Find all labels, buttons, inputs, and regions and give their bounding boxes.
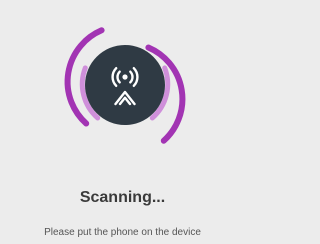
status-hint: Please put the phone on the device	[44, 227, 201, 238]
scanning-screen: Scanning... Please put the phone on the …	[0, 0, 245, 244]
status-title: Scanning...	[79, 189, 166, 206]
scanning-graphic	[64, 27, 186, 144]
scan-center-disc	[85, 45, 165, 125]
